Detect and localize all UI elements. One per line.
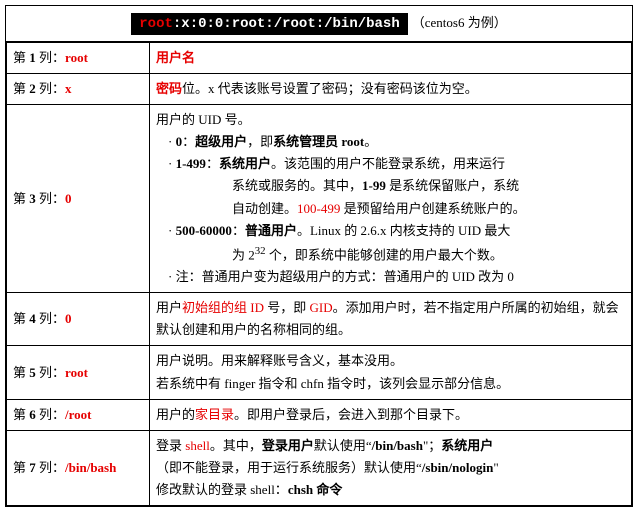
col-desc: 用户的家目录。即用户登录后，会进入到那个目录下。 [150, 399, 632, 430]
table-row: 第 6 列：/root 用户的家目录。即用户登录后，会进入到那个目录下。 [7, 399, 632, 430]
col-desc: 密码位。x 代表该账号设置了密码；没有密码该位为空。 [150, 74, 632, 105]
code-rest: :x:0:0:root:/root:/bin/bash [173, 16, 400, 32]
col-label: 第 5 列：root [7, 346, 150, 399]
col-label: 第 7 列：/bin/bash [7, 430, 150, 505]
fields-table: 第 1 列：root 用户名 第 2 列：x 密码位。x 代表该账号设置了密码；… [6, 42, 632, 506]
table-row: 第 7 列：/bin/bash 登录 shell。其中，登录用户默认使用“/bi… [7, 430, 632, 505]
col-label: 第 2 列：x [7, 74, 150, 105]
col-desc: 用户说明。用来解释账号含义，基本没用。 若系统中有 finger 指令和 chf… [150, 346, 632, 399]
col-desc: 用户初始组的组 ID 号，即 GID。添加用户时，若不指定用户所属的初始组，就会… [150, 293, 632, 346]
col-label: 第 6 列：/root [7, 399, 150, 430]
header-caption: （centos6 为例） [412, 12, 507, 31]
table-row: 第 2 列：x 密码位。x 代表该账号设置了密码；没有密码该位为空。 [7, 74, 632, 105]
col-desc: 用户名 [150, 43, 632, 74]
code-root: root [139, 16, 173, 32]
col-label: 第 4 列：0 [7, 293, 150, 346]
col-desc: 用户的 UID 号。 · 0：超级用户，即系统管理员 root。 · 1-499… [150, 105, 632, 293]
col-desc: 登录 shell。其中，登录用户默认使用“/bin/bash"；系统用户 （即不… [150, 430, 632, 505]
table-row: 第 3 列：0 用户的 UID 号。 · 0：超级用户，即系统管理员 root。… [7, 105, 632, 293]
col-label: 第 3 列：0 [7, 105, 150, 293]
table-row: 第 1 列：root 用户名 [7, 43, 632, 74]
table-row: 第 5 列：root 用户说明。用来解释账号含义，基本没用。 若系统中有 fin… [7, 346, 632, 399]
passwd-line-code: root:x:0:0:root:/root:/bin/bash [131, 13, 407, 35]
header-row: root:x:0:0:root:/root:/bin/bash （centos6 … [6, 6, 632, 42]
passwd-table-container: root:x:0:0:root:/root:/bin/bash （centos6 … [5, 5, 633, 507]
table-row: 第 4 列：0 用户初始组的组 ID 号，即 GID。添加用户时，若不指定用户所… [7, 293, 632, 346]
col-label: 第 1 列：root [7, 43, 150, 74]
